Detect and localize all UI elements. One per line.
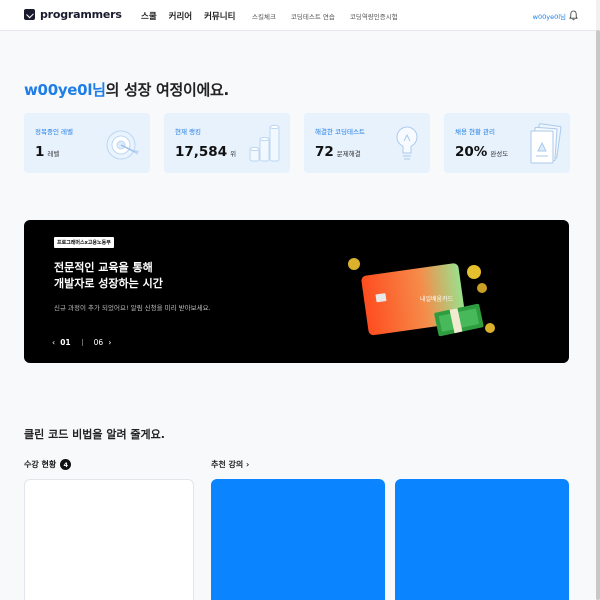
stat-card-solved[interactable]: 해결한 코딩테스트 72 문제해결: [304, 113, 430, 173]
stats-cards: 정복중인 레벨 1 레벨 현재 랭킹 17,584 위 해결한 코딩테스트 72 문제…: [24, 113, 570, 173]
top-navbar: programmers 스쿨 커리어 커뮤니티 스킬체크 코딩테스트 연습 코딩…: [0, 0, 600, 31]
enrollment-label: 수강 현황: [24, 460, 57, 469]
title-username: w00ye0l님: [24, 81, 106, 99]
bell-icon[interactable]: [569, 10, 578, 21]
title-rest: 의 성장 여정이에요.: [105, 81, 230, 99]
card-money-illustration: 내일배움카드: [348, 258, 495, 337]
coin-stack-icon: [249, 124, 280, 162]
banner-title: 전문적인 교육을 통해 개발자로 성장하는 시간: [54, 261, 163, 290]
promo-banner[interactable]: 프로그래머스x고용노동부 전문적인 교육을 통해 개발자로 성장하는 시간 신규…: [24, 220, 569, 363]
stat-label: 해결한 코딩테스트: [315, 128, 365, 136]
nav-item-coding-test-practice[interactable]: 코딩테스트 연습: [291, 11, 335, 21]
lightbulb-icon: [396, 126, 418, 160]
main-nav: 스쿨 커리어 커뮤니티: [141, 10, 235, 22]
recommended-label: 추천 강의: [211, 460, 244, 469]
enrollment-count-badge: 4: [60, 459, 72, 470]
banner-tag: 프로그래머스x고용노동부: [54, 237, 114, 248]
nav-item-certification-exam[interactable]: 코딩역량인증시험: [350, 11, 398, 21]
nav-item-school[interactable]: 스쿨: [141, 10, 157, 22]
target-icon: [106, 130, 139, 160]
scrollbar-thumb[interactable]: [596, 30, 600, 600]
enrollment-panel: [24, 479, 194, 600]
stat-value: 72 문제해결: [315, 144, 361, 160]
stat-label: 정복중인 레벨: [35, 128, 73, 136]
pager-divider: [81, 339, 83, 346]
banner-total-pages: 06: [93, 338, 104, 347]
logo[interactable]: programmers: [24, 8, 122, 21]
section-title: 클린 코드 비법을 알려 줄게요.: [24, 428, 165, 441]
nav-item-career[interactable]: 커리어: [169, 10, 192, 22]
stat-card-level[interactable]: 정복중인 레벨 1 레벨: [24, 113, 150, 173]
chevron-right-icon[interactable]: ›: [108, 338, 111, 347]
stat-card-ranking[interactable]: 현재 랭킹 17,584 위: [164, 113, 290, 173]
sub-nav: 스킬체크 코딩테스트 연습 코딩역량인증시험: [252, 11, 398, 21]
nav-item-community[interactable]: 커뮤니티: [204, 10, 235, 22]
stat-card-hiring[interactable]: 채용 현황 관리 20% 완성도: [444, 113, 570, 173]
card-text: 내일배움카드: [420, 295, 454, 303]
banner-current-page: 01: [60, 338, 71, 347]
banner-subtitle: 신규 과정이 추가 되었어요! 알림 신청을 미리 받아보세요.: [54, 304, 211, 312]
nav-item-skillcheck[interactable]: 스킬체크: [252, 11, 276, 21]
stat-label: 현재 랭킹: [175, 128, 201, 136]
stat-label: 채용 현황 관리: [455, 128, 496, 136]
document-stack-icon: [530, 123, 562, 164]
course-card[interactable]: [211, 479, 385, 600]
stat-value: 20% 완성도: [455, 144, 509, 160]
stat-value: 17,584 위: [175, 144, 237, 160]
stat-value: 1 레벨: [35, 144, 60, 160]
user-menu[interactable]: w00ye0l님: [533, 11, 566, 21]
chevron-right-icon: ›: [246, 460, 250, 469]
recommended-courses-link[interactable]: 추천 강의 ›: [211, 459, 249, 470]
logo-text: programmers: [40, 8, 122, 21]
banner-pager: ‹ 01 06 ›: [52, 338, 111, 347]
page-title: w00ye0l님의 성장 여정이에요.: [24, 79, 229, 100]
logo-icon: [24, 9, 35, 20]
chevron-left-icon[interactable]: ‹: [52, 338, 55, 347]
enrollment-header: 수강 현황 4: [24, 459, 72, 470]
course-card[interactable]: [395, 479, 569, 600]
